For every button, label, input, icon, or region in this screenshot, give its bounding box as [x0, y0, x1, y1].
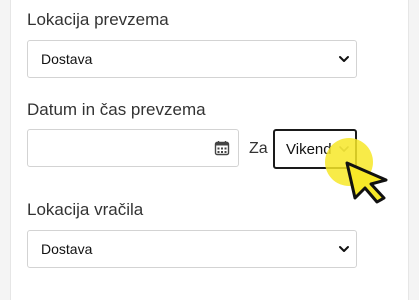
calendar-icon[interactable]: [214, 140, 230, 156]
return-location-label: Lokacija vračila: [27, 200, 144, 219]
chevron-down-icon: [339, 56, 349, 62]
pickup-location-value: Dostava: [41, 51, 93, 67]
mouse-pointer-icon: [345, 161, 388, 204]
pickup-location-select[interactable]: Dostava: [27, 40, 357, 78]
pickup-date-input[interactable]: [27, 129, 239, 167]
pickup-location-label: Lokacija prevzema: [27, 10, 169, 29]
return-location-select[interactable]: Dostava: [27, 230, 357, 268]
return-location-value: Dostava: [41, 241, 93, 257]
chevron-down-icon: [339, 246, 349, 252]
za-label: Za: [249, 140, 268, 157]
pickup-datetime-label: Datum in čas prevzema: [27, 100, 206, 119]
